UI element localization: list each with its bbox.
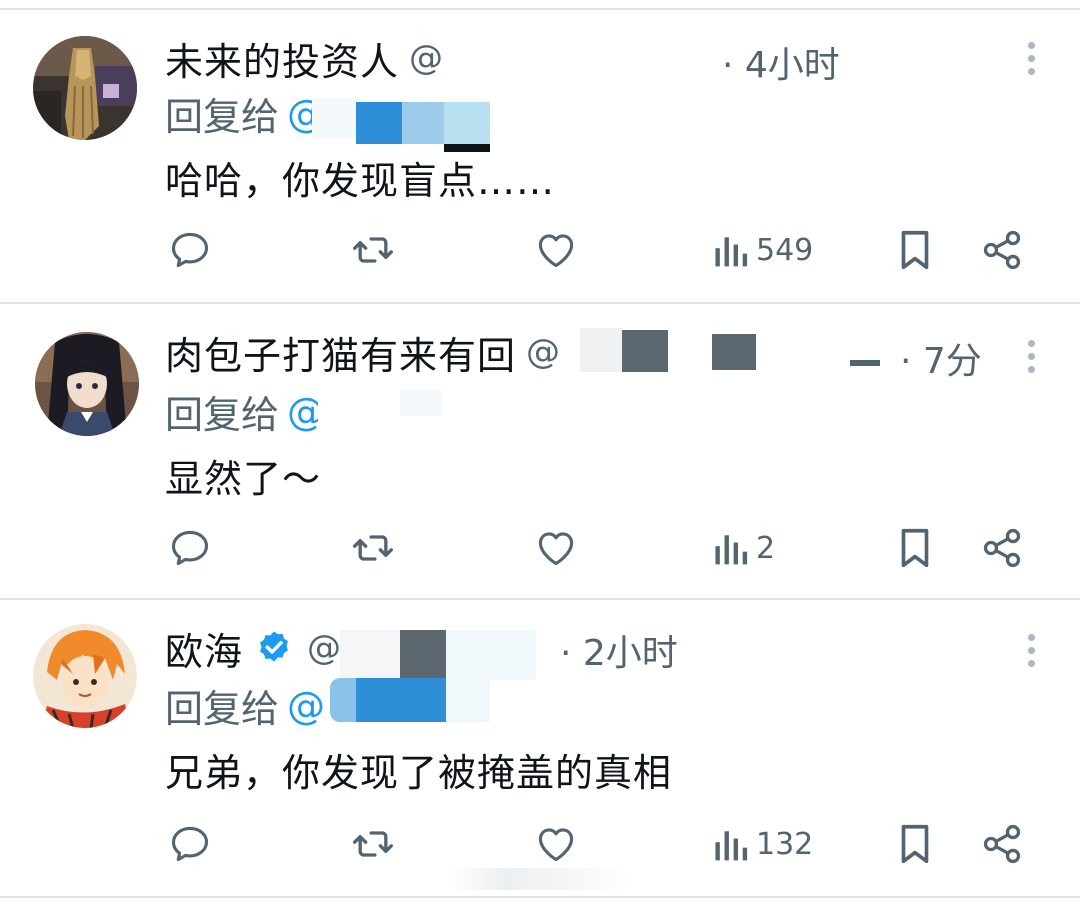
tweet-text: 兄弟，你发现了被掩盖的真相 (165, 751, 673, 795)
action-bar: 549 (165, 224, 1035, 276)
reply-to: 回复给 @ (165, 384, 325, 439)
retweet-button[interactable] (350, 522, 396, 574)
action-bar: 2 (165, 522, 1035, 574)
tweet-text: 显然了～ (165, 457, 322, 501)
redaction-mask (330, 678, 356, 722)
redaction-mask (580, 328, 622, 372)
tweet[interactable]: 未来的投资人 @ · 4小时 回复给 @ 哈哈，你发现盲点…… 549 (0, 10, 1080, 304)
like-icon (538, 532, 574, 566)
bookmark-icon (901, 528, 929, 568)
like-button[interactable] (533, 818, 579, 870)
reply-button[interactable] (168, 522, 212, 574)
verified-badge-icon (260, 631, 288, 662)
share-button[interactable] (980, 224, 1024, 276)
timestamp[interactable]: · 2小时 (560, 624, 678, 676)
views-icon (715, 237, 748, 267)
redaction-mask (446, 678, 490, 722)
reply-to: 回复给 @ (165, 678, 325, 733)
avatar[interactable] (33, 624, 137, 728)
reply-button[interactable] (168, 224, 212, 276)
bookmark-icon (901, 230, 929, 270)
user-handle[interactable]: @ (307, 628, 341, 668)
redaction-mask (312, 98, 358, 138)
reply-to-label: 回复给 (165, 687, 280, 731)
like-icon (538, 828, 574, 862)
retweet-button[interactable] (350, 818, 396, 870)
bookmark-button[interactable] (895, 818, 935, 870)
reply-button[interactable] (168, 818, 212, 870)
redaction-mask (668, 328, 890, 374)
user-handle[interactable]: @ (409, 38, 443, 78)
views-icon (715, 831, 748, 861)
tweet[interactable]: 肉包子打猫有来有回 @ · 7分 回复给 @ 显然了～ 2 (0, 304, 1080, 600)
reply-to-handle[interactable]: @ (287, 684, 325, 728)
redaction-mask (850, 360, 880, 366)
like-icon (538, 234, 574, 268)
display-name[interactable]: 欧海 (165, 621, 243, 676)
redaction-mask (356, 102, 402, 144)
redaction-mask (402, 102, 444, 144)
watermark (450, 868, 630, 890)
redaction-mask (340, 630, 400, 680)
more-icon[interactable] (1028, 42, 1036, 76)
views-button[interactable]: 132 (710, 818, 813, 870)
like-button[interactable] (533, 224, 579, 276)
user-handle[interactable]: @ (526, 332, 560, 372)
reply-to-label: 回复给 (165, 95, 280, 139)
bookmark-icon (901, 824, 929, 864)
tweet-divider (0, 896, 1080, 898)
retweet-icon (353, 535, 393, 561)
views-button[interactable]: 549 (710, 224, 813, 276)
avatar[interactable] (35, 332, 139, 436)
views-count: 2 (756, 530, 776, 566)
like-button[interactable] (533, 522, 579, 574)
reply-icon (171, 530, 209, 566)
reply-icon (171, 826, 209, 862)
reply-icon (171, 232, 209, 268)
action-bar: 132 (165, 818, 1035, 870)
timestamp[interactable]: · 7分 (900, 332, 982, 384)
redaction-mask (356, 678, 446, 722)
timestamp[interactable]: · 4小时 (722, 36, 840, 88)
redaction-mask (712, 334, 756, 370)
display-name[interactable]: 未来的投资人 (165, 31, 399, 86)
redaction-mask (446, 630, 536, 680)
views-count: 549 (756, 232, 814, 268)
retweet-icon (353, 237, 393, 263)
display-name[interactable]: 肉包子打猫有来有回 (165, 325, 516, 380)
views-button[interactable]: 2 (710, 522, 775, 574)
redaction-mask (400, 630, 446, 680)
share-icon (983, 824, 1021, 864)
retweet-icon (353, 831, 393, 857)
bookmark-button[interactable] (895, 522, 935, 574)
redaction-mask (400, 390, 442, 416)
redaction-mask (448, 38, 708, 86)
tweet-text: 哈哈，你发现盲点…… (165, 159, 556, 203)
share-icon (983, 528, 1021, 568)
views-icon (715, 535, 748, 565)
avatar[interactable] (33, 36, 137, 140)
redaction-mask (444, 102, 490, 144)
share-button[interactable] (980, 522, 1024, 574)
views-count: 132 (756, 826, 814, 862)
more-icon[interactable] (1028, 634, 1036, 668)
redaction-mask (622, 330, 668, 372)
more-icon[interactable] (1028, 340, 1036, 374)
share-button[interactable] (980, 818, 1024, 870)
reply-to: 回复给 @ (165, 86, 325, 141)
tweet[interactable]: 欧海 @ · 2小时 回复给 @ 兄弟，你发现了被掩盖的真相 132 (0, 600, 1080, 898)
reply-to-label: 回复给 (165, 393, 280, 437)
bookmark-button[interactable] (895, 224, 935, 276)
share-icon (983, 230, 1021, 270)
retweet-button[interactable] (350, 224, 396, 276)
